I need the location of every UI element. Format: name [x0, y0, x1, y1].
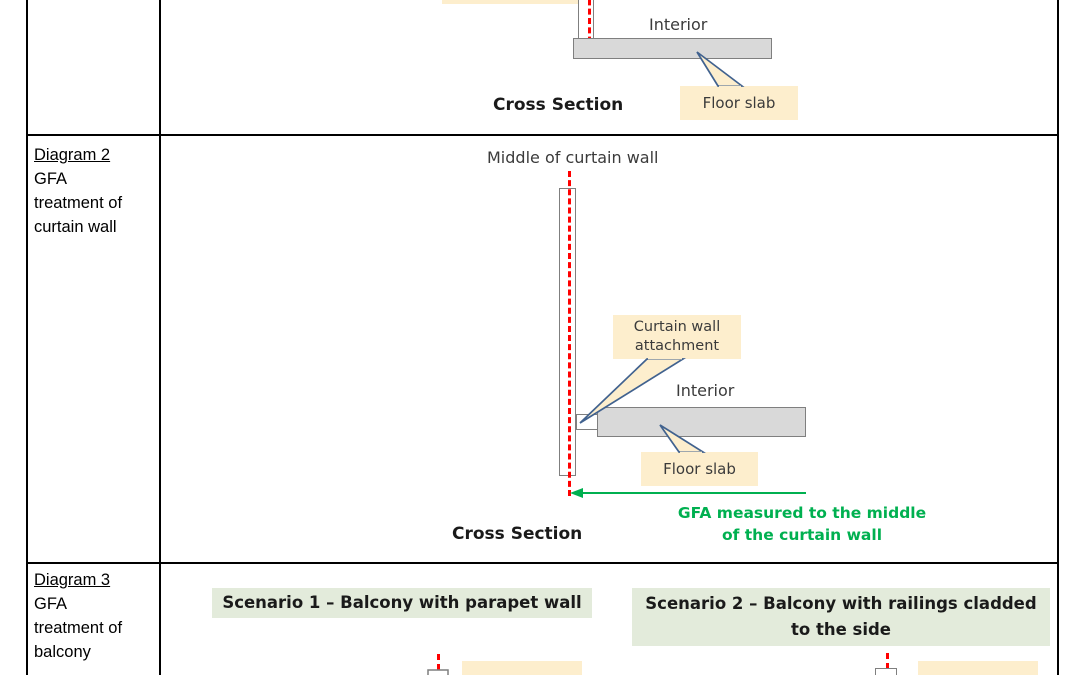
gfa-note-line1: GFA measured to the middle — [677, 504, 927, 522]
diagram3-subtitle-line1: GFA — [34, 595, 68, 613]
document-page: Interior Cross Section Floor slab Diagra… — [0, 0, 1080, 675]
gfa-note-diagram2: GFA measured to the middle of the curtai… — [572, 502, 1032, 546]
diagram2-subtitle-line3: curtain wall — [34, 218, 117, 236]
scenario-2-line2: to the side — [790, 620, 891, 639]
cross-section-label-diagram2: Cross Section — [452, 524, 583, 544]
callout-curtain-wall-attachment-line2: attachment — [634, 338, 720, 354]
table-column-divider — [159, 0, 161, 675]
cross-section-label-diagram1: Cross Section — [493, 95, 624, 115]
scenario-1-banner: Scenario 1 – Balcony with parapet wall — [212, 588, 592, 618]
callout-floor-slab-diagram1: Floor slab — [680, 86, 798, 120]
wall-diagram3-scenario1-partial — [427, 669, 449, 675]
row-label-diagram3: Diagram 3 GFA treatment of balcony — [34, 568, 158, 664]
wall-diagram3-scenario2-partial — [875, 668, 897, 675]
callout-curtain-wall-attachment-line1: Curtain wall — [633, 319, 721, 335]
callout-curtain-wall-attachment: Curtain wall attachment — [613, 315, 741, 359]
table-row-divider-2 — [26, 562, 1059, 564]
scenario-2-banner: Scenario 2 – Balcony with railings cladd… — [632, 588, 1050, 646]
diagram3-title: Diagram 3 — [34, 571, 111, 589]
diagram2-subtitle-line2: treatment of — [34, 194, 123, 212]
gfa-dimension-arrow — [570, 488, 806, 498]
callout-diagram3-scenario2-partial — [918, 661, 1038, 675]
scenario-2-line1: Scenario 2 – Balcony with railings cladd… — [645, 594, 1037, 613]
diagram3-subtitle-line2: treatment of — [34, 619, 123, 637]
callout-floor-slab-diagram2: Floor slab — [641, 452, 758, 486]
interior-label-diagram2: Interior — [676, 381, 735, 400]
centreline-diagram2 — [568, 171, 571, 496]
floor-slab-diagram1 — [573, 38, 772, 59]
centreline-diagram3-scenario2 — [886, 653, 889, 669]
floor-slab-diagram2 — [597, 407, 806, 437]
table-border-right — [1057, 0, 1059, 675]
middle-of-curtain-wall-label: Middle of curtain wall — [487, 148, 659, 167]
table-row-divider-1 — [26, 134, 1059, 136]
gfa-note-line2: of the curtain wall — [721, 526, 883, 544]
diagram2-subtitle-line1: GFA — [34, 170, 68, 188]
callout-diagram3-scenario1-partial — [462, 661, 582, 675]
interior-label-diagram1: Interior — [649, 15, 708, 34]
centreline-diagram3-scenario1 — [437, 654, 440, 670]
callout-diagram1-partial — [442, 0, 584, 4]
diagram3-subtitle-line3: balcony — [34, 643, 91, 661]
diagram2-title: Diagram 2 — [34, 146, 111, 164]
table-border-left — [26, 0, 28, 675]
row-label-diagram2: Diagram 2 GFA treatment of curtain wall — [34, 143, 158, 239]
wall-diagram1 — [578, 0, 594, 42]
